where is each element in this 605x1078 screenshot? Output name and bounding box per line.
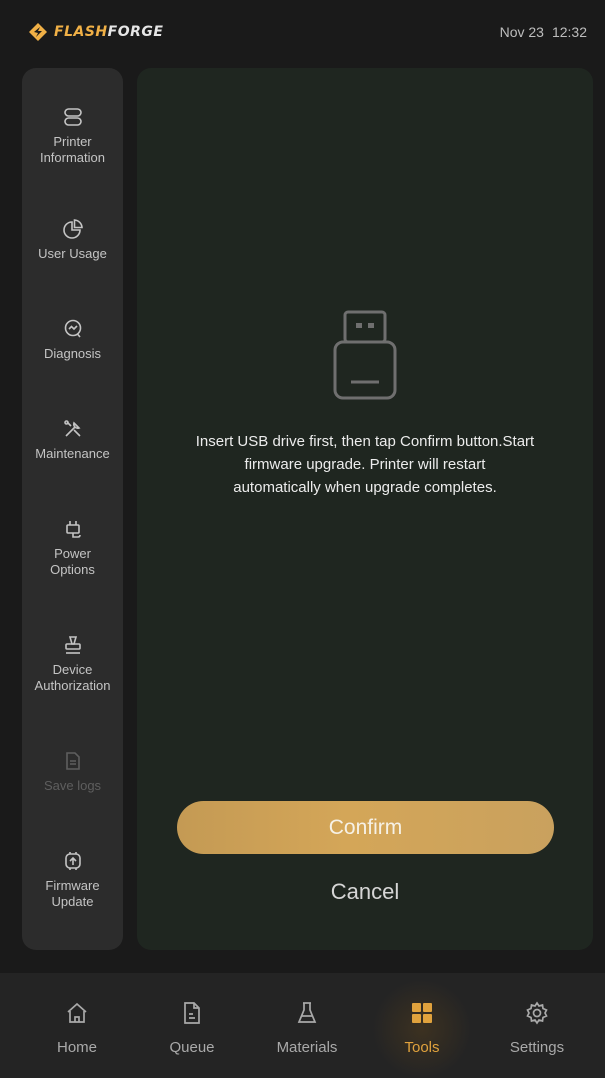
status-bar: FLASHFORGE Nov 23 12:32 — [0, 0, 605, 64]
sidebar-item-label: Options — [50, 562, 95, 577]
date-text: Nov 23 — [499, 24, 544, 40]
sidebar-item-label: Authorization — [34, 678, 111, 693]
instruction-line: automatically when upgrade completes. — [233, 479, 497, 496]
sidebar-item-label: Update — [51, 894, 94, 909]
chip-upload-icon — [64, 852, 81, 870]
instruction-line: Insert USB drive first, then tap Confirm… — [195, 433, 535, 450]
diagnosis-icon — [64, 319, 81, 338]
sidebar-item-label: Power — [54, 546, 91, 561]
sidebar-item-label: Printer — [53, 134, 92, 149]
flashforge-logo: FLASHFORGE — [28, 22, 163, 42]
sidebar-item-user-usage[interactable]: User Usage — [22, 218, 123, 262]
nav-home[interactable]: Home — [27, 1001, 127, 1056]
sidebar-item-label: Diagnosis — [43, 346, 102, 361]
usb-drive-icon — [333, 310, 397, 400]
instruction-line: firmware upgrade. Printer will restart — [244, 456, 486, 473]
time-text: 12:32 — [551, 24, 587, 40]
nav-label: Queue — [169, 1039, 215, 1056]
sidebar-item-power-options[interactable]: Power Options — [22, 518, 123, 578]
power-plug-icon — [65, 521, 81, 538]
nav-label: Materials — [276, 1039, 338, 1056]
bottom-navigation: Home Queue Materials Tools Settings — [0, 973, 605, 1078]
grid-icon — [412, 1003, 432, 1023]
instruction-message: Insert USB drive first, then tap Confirm… — [167, 430, 563, 499]
nav-label: Tools — [404, 1039, 440, 1056]
document-icon — [65, 752, 80, 770]
sidebar-item-label: Information — [39, 150, 106, 165]
sidebar-item-printer-information[interactable]: Printer Information — [22, 106, 123, 166]
nav-queue[interactable]: Queue — [142, 1001, 242, 1056]
sidebar-item-firmware-update[interactable]: Firmware Update — [22, 850, 123, 910]
stamp-icon — [64, 636, 81, 654]
sidebar-item-label: Device — [52, 662, 93, 677]
flask-icon — [297, 1002, 317, 1023]
nav-label: Settings — [509, 1039, 565, 1056]
clock: Nov 23 12:32 — [500, 24, 587, 40]
sidebar-item-maintenance[interactable]: Maintenance — [22, 418, 123, 462]
pie-chart-icon — [62, 219, 83, 239]
printer-info-icon — [63, 108, 82, 126]
tools-sidebar: Printer Information User Usage Diagnosis… — [22, 68, 123, 950]
nav-label: Home — [56, 1039, 97, 1056]
sidebar-item-save-logs[interactable]: Save logs — [22, 750, 123, 794]
brand-name: FLASHFORGE — [54, 24, 164, 40]
file-icon — [184, 1002, 200, 1024]
nav-tools[interactable]: Tools — [372, 1001, 472, 1056]
sidebar-item-label: Maintenance — [35, 446, 110, 461]
sidebar-item-device-authorization[interactable]: Device Authorization — [22, 634, 123, 694]
sidebar-item-label: Firmware — [45, 878, 100, 893]
wrench-screwdriver-icon — [63, 420, 81, 437]
firmware-update-panel: Insert USB drive first, then tap Confirm… — [137, 68, 593, 950]
nav-settings[interactable]: Settings — [487, 1001, 587, 1056]
gear-icon — [526, 1001, 548, 1025]
confirm-button[interactable]: Confirm — [177, 801, 554, 854]
cancel-button[interactable]: Cancel — [277, 872, 453, 912]
sidebar-item-label: Save logs — [43, 778, 102, 793]
flashforge-logo-icon — [29, 23, 47, 41]
nav-materials[interactable]: Materials — [257, 1001, 357, 1056]
sidebar-item-label: User Usage — [38, 246, 107, 261]
home-icon — [67, 1002, 87, 1023]
sidebar-item-diagnosis[interactable]: Diagnosis — [22, 318, 123, 362]
